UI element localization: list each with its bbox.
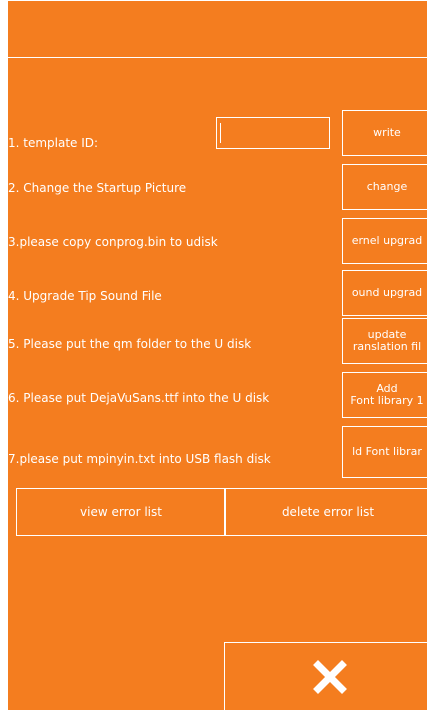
write-button-label: write (373, 126, 401, 139)
settings-panel: 1. template ID: write 2. Change the Star… (8, 0, 427, 710)
title-bar (8, 0, 427, 58)
row-5-label: 5. Please put the qm folder to the U dis… (8, 337, 252, 351)
add-font-library-button[interactable]: Add Font library 1 (342, 372, 427, 418)
close-icon (313, 659, 347, 694)
close-button[interactable] (224, 642, 427, 710)
change-button-label: change (366, 180, 408, 193)
update-translation-button[interactable]: update ranslation fil (342, 318, 427, 364)
delete-error-list-button[interactable]: delete error list (224, 488, 427, 536)
row-6-label: 6. Please put DejaVuSans.ttf into the U … (8, 391, 270, 405)
sound-upgrade-button[interactable]: ound upgrad (342, 270, 427, 316)
change-button[interactable]: change (342, 164, 427, 210)
update-translation-line2: ranslation fil (352, 340, 422, 353)
kernel-upgrade-button[interactable]: ernel upgrad (342, 218, 427, 264)
sound-upgrade-button-label: ound upgrad (351, 286, 423, 299)
template-id-label: 1. template ID: (8, 136, 99, 150)
row-7-label: 7.please put mpinyin.txt into USB flash … (8, 452, 271, 466)
row-4-label: 4. Upgrade Tip Sound File (8, 289, 162, 303)
add-font-library-2-label: ld Font librar (352, 445, 422, 458)
add-font-library-2-button[interactable]: ld Font librar (342, 426, 427, 478)
row-3-label: 3.please copy conprog.bin to udisk (8, 235, 218, 249)
view-error-list-label: view error list (80, 505, 162, 519)
write-button[interactable]: write (342, 110, 427, 156)
template-id-input[interactable] (216, 117, 330, 149)
text-caret (220, 123, 221, 143)
delete-error-list-label: delete error list (281, 505, 375, 519)
kernel-upgrade-button-label: ernel upgrad (351, 234, 423, 247)
view-error-list-button[interactable]: view error list (16, 488, 226, 536)
row-2-label: 2. Change the Startup Picture (8, 181, 187, 195)
add-font-line2: Font library 1 (350, 394, 424, 407)
